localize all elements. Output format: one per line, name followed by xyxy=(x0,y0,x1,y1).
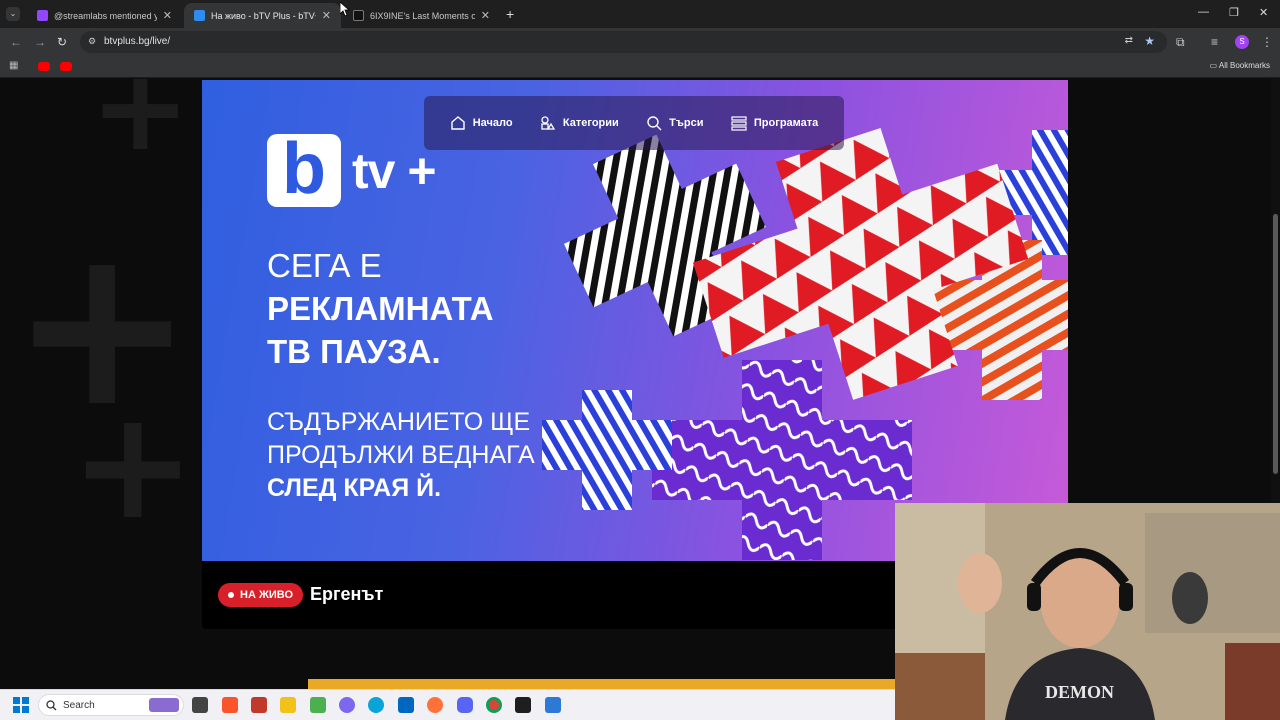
chrome-icon[interactable] xyxy=(486,697,502,713)
minimize-icon[interactable]: — xyxy=(1198,6,1209,18)
edge-browser-icon[interactable] xyxy=(368,697,384,713)
twitch-icon xyxy=(37,10,48,21)
close-icon[interactable]: ✕ xyxy=(316,9,331,22)
live-badge: НА ЖИВО xyxy=(218,583,304,607)
tab-search-button[interactable]: ⌄ xyxy=(6,7,20,21)
shirt-print: DEMON xyxy=(1045,682,1114,702)
bookmarks-bar: ▦ ▭ All Bookmarks xyxy=(0,56,1280,78)
copilot-icon[interactable] xyxy=(339,697,355,713)
app-icon[interactable] xyxy=(515,697,531,713)
address-toolbar: ← → ↻ ⚙ btvplus.bg/live/ ⇄ ★ ⧉ ≡ S ⋮ xyxy=(0,28,1280,56)
profile-avatar[interactable]: S xyxy=(1235,35,1249,49)
show-title: Ергенът xyxy=(310,584,384,604)
restore-icon[interactable]: ❐ xyxy=(1229,6,1239,19)
forward-icon[interactable]: → xyxy=(34,35,46,49)
schedule-icon xyxy=(731,116,747,131)
nav-categories[interactable]: Категории xyxy=(540,115,619,131)
url-field[interactable]: btvplus.bg/live/ xyxy=(104,36,170,47)
home-icon xyxy=(450,116,465,130)
video-editor-icon[interactable] xyxy=(251,697,267,713)
decorative-plus-shape: + xyxy=(90,79,191,178)
scrollbar-thumb[interactable] xyxy=(1273,214,1278,474)
browser-tab-bar: ⌄ @streamlabs mentioned yo ✕ На живо - b… xyxy=(0,0,1280,28)
tab-streamlabs[interactable]: @streamlabs mentioned yo ✕ xyxy=(27,3,182,28)
categories-icon xyxy=(541,116,556,130)
photos-icon[interactable] xyxy=(545,697,561,713)
windows-start-icon[interactable] xyxy=(13,697,29,713)
new-tab-button[interactable]: + xyxy=(506,6,514,22)
live-dot-icon xyxy=(228,592,234,598)
tab-tiktok[interactable]: 6IX9INE's Last Moments of Fre ✕ xyxy=(343,3,500,28)
firefox-icon[interactable] xyxy=(427,697,443,713)
webcam-feed-image: DEMON xyxy=(895,503,1280,720)
search-highlight-icon xyxy=(149,698,179,712)
bookmark-star-icon[interactable]: ★ xyxy=(1144,34,1155,48)
decorative-plus-shape: + xyxy=(70,379,196,553)
minecraft-icon[interactable] xyxy=(310,697,326,713)
ad-break-banner: Начало Категории Търси Програмата b tv +… xyxy=(202,80,1068,561)
nav-search[interactable]: Търси xyxy=(646,115,704,131)
ad-break-headline: СЕГА Е РЕКЛАМНАТА ТВ ПАУЗА. xyxy=(267,247,494,370)
decorative-plus-art xyxy=(542,128,1068,560)
media-controls-icon[interactable]: ≡ xyxy=(1211,35,1218,49)
btv-favicon-icon xyxy=(194,10,205,21)
tiktok-icon xyxy=(353,10,364,21)
apps-grid-icon[interactable]: ▦ xyxy=(9,60,18,71)
all-bookmarks-button[interactable]: ▭ All Bookmarks xyxy=(1210,61,1270,70)
site-nav: Начало Категории Търси Програмата xyxy=(424,96,844,150)
youtube-bookmark-icon[interactable] xyxy=(38,62,50,71)
task-view-icon[interactable] xyxy=(192,697,208,713)
reload-icon[interactable]: ↻ xyxy=(57,35,67,49)
file-explorer-icon[interactable] xyxy=(280,697,296,713)
menu-icon[interactable]: ⋮ xyxy=(1261,35,1273,49)
microsoft-store-icon[interactable] xyxy=(398,697,414,713)
youtube-bookmark-icon[interactable] xyxy=(60,62,72,71)
translate-icon[interactable]: ⇄ xyxy=(1125,35,1133,46)
windows-taskbar: Search xyxy=(0,689,895,720)
mouse-cursor-icon xyxy=(340,2,350,16)
close-icon[interactable]: ✕ xyxy=(157,9,172,22)
ad-break-subtext: СЪДЪРЖАНИЕТО ЩЕ ПРОДЪЛЖИ ВЕДНАГА СЛЕД КР… xyxy=(267,408,535,502)
tab-btv-live[interactable]: На живо - bTV Plus - bTV+ ✕ xyxy=(184,3,341,28)
omnibox[interactable]: ⚙ btvplus.bg/live/ ⇄ ★ xyxy=(80,31,1167,53)
btv-logo-mark: b xyxy=(267,133,341,207)
nav-home[interactable]: Начало xyxy=(450,115,513,131)
discord-icon[interactable] xyxy=(457,697,473,713)
window-close-icon[interactable]: ✕ xyxy=(1259,6,1268,19)
webcam-overlay: DEMON xyxy=(895,503,1280,720)
search-icon xyxy=(46,700,57,711)
brave-browser-icon[interactable] xyxy=(222,697,238,713)
taskbar-search[interactable]: Search xyxy=(38,694,184,716)
btv-logo-text: tv + xyxy=(352,143,437,199)
close-icon[interactable]: ✕ xyxy=(475,9,490,22)
nav-schedule[interactable]: Програмата xyxy=(731,115,818,131)
back-icon[interactable]: ← xyxy=(10,35,22,49)
extensions-icon[interactable]: ⧉ xyxy=(1176,35,1185,50)
next-section-thumbnail[interactable] xyxy=(308,679,898,689)
site-info-icon[interactable]: ⚙ xyxy=(88,36,96,47)
search-icon xyxy=(647,116,662,131)
